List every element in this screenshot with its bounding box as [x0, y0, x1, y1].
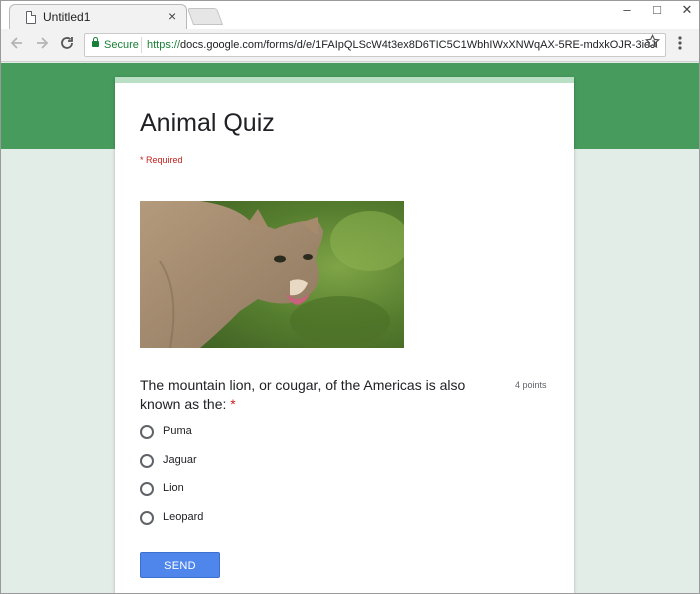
divider: [141, 37, 142, 53]
question-text: The mountain lion, or cougar, of the Ame…: [140, 376, 480, 414]
more-menu-icon[interactable]: [677, 35, 683, 57]
url-path: docs.google.com/forms/d/e/1FAIpQLScW4t3e…: [180, 39, 657, 51]
radio-button[interactable]: [140, 454, 154, 468]
option-jaguar[interactable]: Jaguar: [140, 453, 340, 473]
cougar-image: [140, 201, 404, 348]
close-window-icon[interactable]: ✕: [677, 3, 697, 17]
back-arrow-icon[interactable]: [7, 35, 27, 55]
card-top-accent: [115, 77, 574, 83]
browser-window: Untitled1 × – □ ✕ Secure https://docs.go…: [0, 0, 700, 594]
option-label: Leopard: [163, 511, 204, 523]
radio-button[interactable]: [140, 425, 154, 439]
maximize-icon[interactable]: □: [647, 3, 667, 17]
required-marker: *: [230, 396, 236, 412]
question-label: The mountain lion, or cougar, of the Ame…: [140, 377, 466, 412]
page-content: Animal Quiz * Required The mountain lion…: [1, 63, 699, 593]
lock-icon: [92, 37, 99, 47]
option-label: Puma: [163, 425, 192, 437]
tab-untitled1[interactable]: Untitled1 ×: [9, 4, 187, 30]
tab-close-icon[interactable]: ×: [168, 8, 176, 24]
address-bar[interactable]: Secure https://docs.google.com/forms/d/e…: [84, 33, 666, 57]
option-label: Jaguar: [163, 454, 197, 466]
url-text: https://docs.google.com/forms/d/e/1FAIpQ…: [147, 39, 657, 51]
new-tab-button[interactable]: [186, 8, 224, 25]
reload-icon[interactable]: [57, 35, 77, 55]
form-title: Animal Quiz: [140, 109, 275, 137]
option-puma[interactable]: Puma: [140, 424, 340, 444]
bookmark-star-icon[interactable]: [644, 33, 661, 55]
option-lion[interactable]: Lion: [140, 481, 340, 501]
minimize-icon[interactable]: –: [617, 3, 637, 17]
radio-button[interactable]: [140, 511, 154, 525]
url-scheme: https://: [147, 39, 181, 51]
secure-label: Secure: [104, 39, 139, 51]
browser-toolbar: Secure https://docs.google.com/forms/d/e…: [1, 29, 699, 62]
form-card: Animal Quiz * Required The mountain lion…: [115, 77, 574, 593]
tab-title: Untitled1: [43, 10, 91, 24]
radio-button[interactable]: [140, 482, 154, 496]
option-leopard[interactable]: Leopard: [140, 510, 340, 530]
tab-strip: Untitled1 × – □ ✕: [1, 1, 699, 30]
option-label: Lion: [163, 482, 184, 494]
forward-arrow-icon[interactable]: [32, 35, 52, 55]
required-note: * Required: [140, 155, 183, 165]
send-button[interactable]: SEND: [140, 552, 220, 578]
points-label: 4 points: [515, 380, 547, 390]
document-icon: [26, 11, 36, 24]
